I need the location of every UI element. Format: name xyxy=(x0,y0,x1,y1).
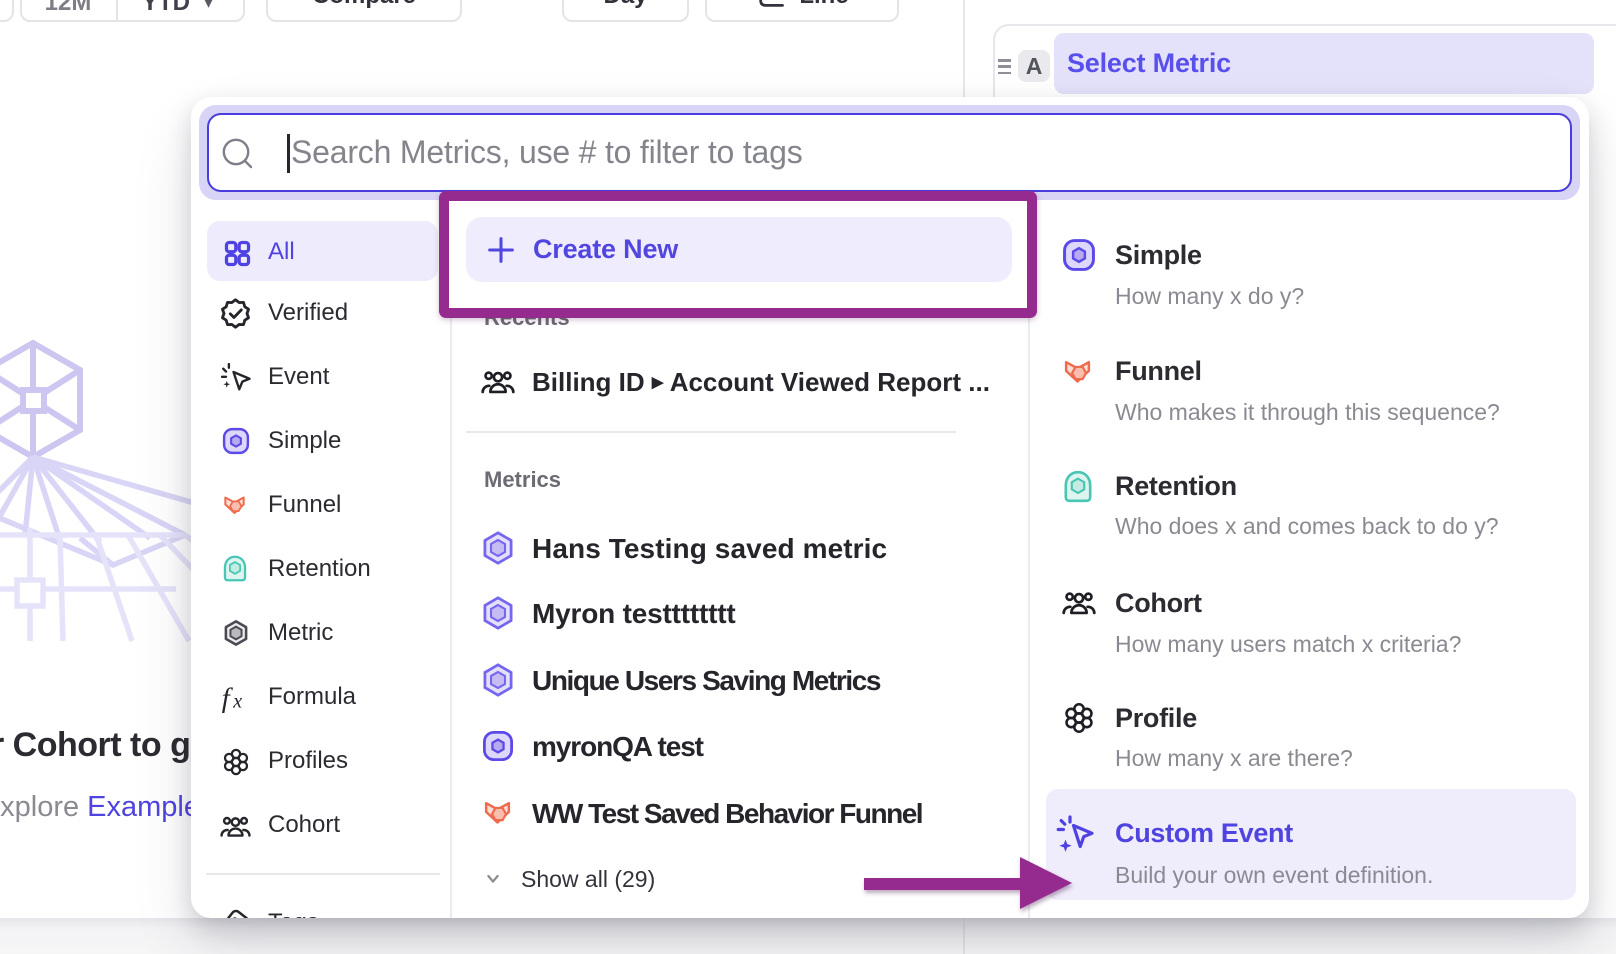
svg-text:x: x xyxy=(232,690,242,712)
svg-text:f: f xyxy=(222,683,234,713)
